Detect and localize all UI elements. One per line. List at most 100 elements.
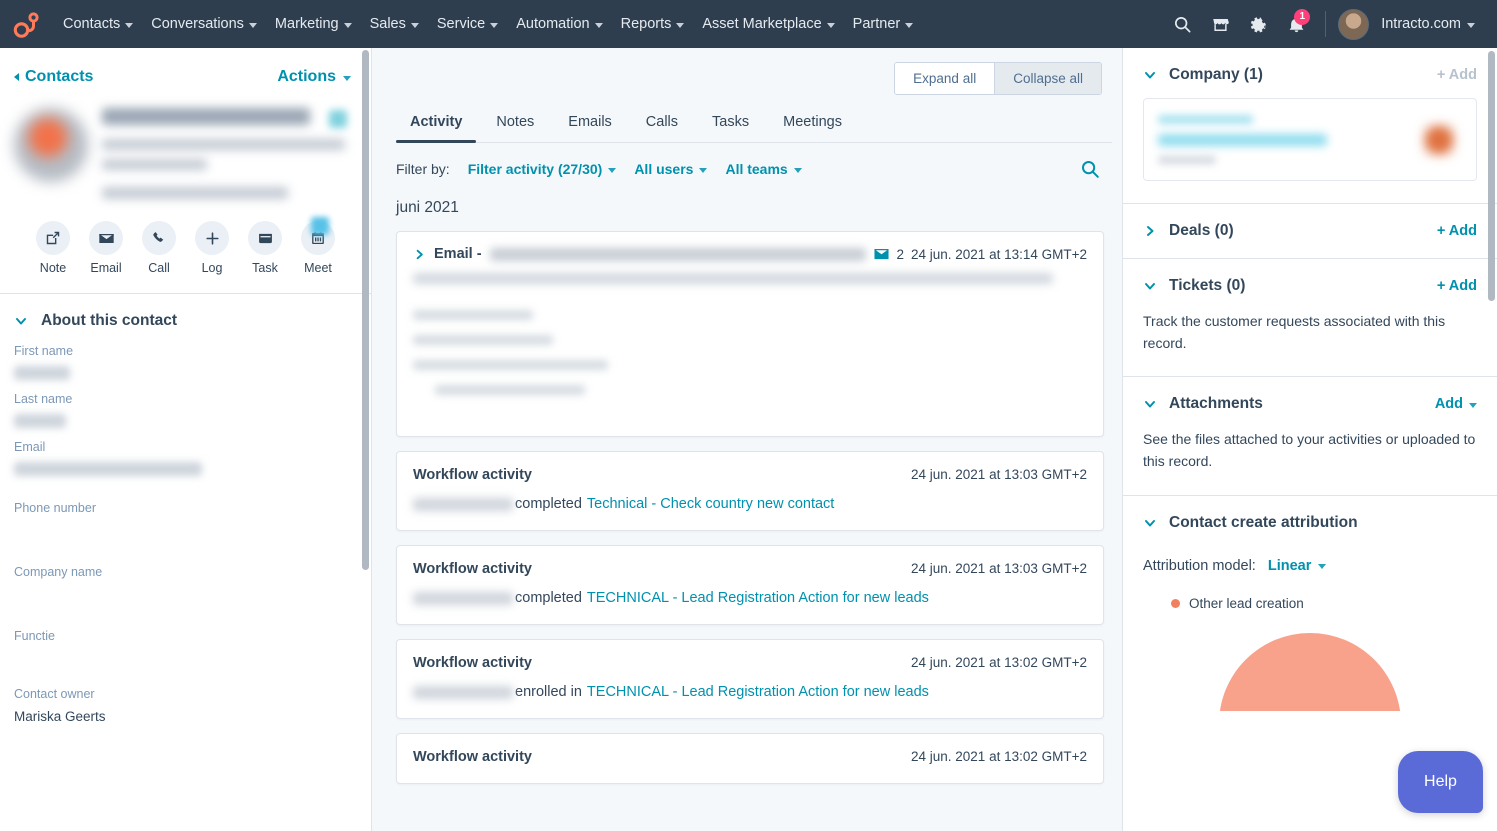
email-body-redacted [413, 310, 533, 320]
filter-activity-dropdown[interactable]: Filter activity (27/30) [468, 161, 617, 177]
bell-icon[interactable]: 1 [1279, 7, 1313, 41]
property-first-name: First name [0, 344, 371, 392]
chevron-down-icon[interactable] [1143, 68, 1157, 82]
property-value[interactable] [14, 523, 357, 559]
filter-bar: Filter by: Filter activity (27/30) All u… [388, 143, 1112, 193]
activity-card[interactable]: Workflow activity 24 jun. 2021 at 13:03 … [396, 545, 1104, 625]
about-this-contact-header[interactable]: About this contact [0, 294, 371, 344]
quick-action-call[interactable]: Call [142, 221, 176, 275]
property-value-redacted[interactable] [14, 462, 202, 476]
chevron-right-icon[interactable] [413, 248, 426, 261]
quick-action-email[interactable]: Email [89, 221, 123, 275]
chevron-down-icon[interactable] [1143, 397, 1157, 411]
nav-item-reports[interactable]: Reports [612, 10, 694, 38]
attribution-chart-legend: Other lead creation [1171, 596, 1477, 611]
hubspot-sprocket-logo[interactable] [10, 7, 44, 41]
filter-users-dropdown[interactable]: All users [634, 161, 708, 177]
marketplace-store-icon[interactable] [1203, 7, 1237, 41]
email-card-meta: 2 24 jun. 2021 at 13:14 GMT+2 [874, 247, 1087, 262]
avatar[interactable] [1338, 8, 1370, 40]
deals-add-button[interactable]: + Add [1437, 223, 1477, 239]
attachments-add-dropdown[interactable]: Add [1435, 396, 1477, 412]
breadcrumb[interactable]: Contacts [14, 68, 93, 86]
nav-item-conversations[interactable]: Conversations [142, 10, 266, 38]
property-label: Phone number [14, 501, 97, 515]
quick-action-label: Task [252, 261, 278, 275]
expand-all-button[interactable]: Expand all [895, 63, 995, 94]
tab-notes[interactable]: Notes [482, 105, 548, 142]
nav-item-contacts[interactable]: Contacts [54, 10, 142, 38]
account-menu[interactable]: Intracto.com [1373, 10, 1483, 38]
quick-action-note[interactable]: Note [36, 221, 70, 275]
contact-tag-icon[interactable] [329, 110, 347, 128]
sidebar-scrollbar[interactable] [362, 50, 369, 570]
quick-action-log[interactable]: Log [195, 221, 229, 275]
filter-by-label: Filter by: [396, 161, 450, 177]
filter-teams-dropdown[interactable]: All teams [725, 161, 802, 177]
company-association-card[interactable] [1143, 98, 1477, 181]
nav-item-sales[interactable]: Sales [361, 10, 428, 38]
deals-panel-header: Deals (0) + Add [1143, 222, 1477, 240]
contact-email-icon[interactable] [311, 217, 329, 235]
activity-card[interactable]: Workflow activity 24 jun. 2021 at 13:02 … [396, 639, 1104, 719]
activity-workflow-link[interactable]: Technical - Check country new contact [587, 496, 834, 512]
nav-item-asset-marketplace[interactable]: Asset Marketplace [693, 10, 843, 38]
contact-email-redacted [102, 187, 288, 199]
nav-item-marketing[interactable]: Marketing [266, 10, 361, 38]
activity-card[interactable]: Workflow activity 24 jun. 2021 at 13:03 … [396, 451, 1104, 531]
property-value[interactable] [14, 651, 357, 681]
company-logo [1422, 122, 1456, 157]
tab-tasks[interactable]: Tasks [698, 105, 763, 142]
chevron-down-icon [699, 167, 708, 173]
activity-title: Workflow activity [413, 467, 532, 483]
activity-timestamp: 24 jun. 2021 at 13:03 GMT+2 [911, 561, 1087, 576]
associations-scrollbar[interactable] [1488, 51, 1495, 301]
property-value[interactable]: Mariska Geerts [14, 709, 357, 728]
contact-detail-redacted [102, 159, 208, 170]
tickets-empty-text: Track the customer requests associated w… [1143, 313, 1446, 351]
nav-item-automation[interactable]: Automation [507, 10, 611, 38]
activity-card-header: Workflow activity 24 jun. 2021 at 13:02 … [413, 655, 1087, 671]
search-icon[interactable] [1165, 7, 1199, 41]
activity-verb: completed [515, 496, 582, 512]
activity-workflow-link[interactable]: TECHNICAL - Lead Registration Action for… [587, 684, 929, 700]
property-value-redacted[interactable] [14, 414, 66, 428]
tab-calls[interactable]: Calls [632, 105, 692, 142]
nav-item-label: Asset Marketplace [702, 16, 822, 32]
chevron-down-icon [490, 22, 499, 28]
chevron-right-icon[interactable] [1143, 224, 1157, 238]
property-value[interactable] [14, 587, 357, 623]
company-add-button[interactable]: + Add [1437, 67, 1477, 83]
chevron-down-icon[interactable] [1143, 279, 1157, 293]
chevron-down-icon[interactable] [1143, 516, 1157, 530]
nav-right-actions: 1 Intracto.com [1165, 7, 1483, 41]
activity-title: Workflow activity [413, 655, 532, 671]
attribution-model-dropdown[interactable]: Linear [1268, 558, 1327, 574]
company-line-redacted [1158, 115, 1254, 124]
tab-meetings[interactable]: Meetings [769, 105, 856, 142]
nav-item-service[interactable]: Service [428, 10, 507, 38]
tab-emails[interactable]: Emails [554, 105, 626, 142]
activity-card[interactable]: Workflow activity 24 jun. 2021 at 13:02 … [396, 733, 1104, 784]
nav-item-partner[interactable]: Partner [844, 10, 923, 38]
actions-dropdown[interactable]: Actions [277, 68, 351, 86]
attachments-panel-title: Attachments [1169, 395, 1263, 413]
quick-action-task[interactable]: Task [248, 221, 282, 275]
search-icon[interactable] [1080, 159, 1100, 179]
breadcrumb-row: Contacts Actions [0, 48, 371, 100]
help-button[interactable]: Help [1398, 751, 1483, 813]
email-card-title: Email - [434, 246, 482, 262]
tab-activity[interactable]: Activity [396, 105, 477, 143]
property-value-redacted[interactable] [14, 366, 70, 380]
chevron-down-icon [343, 22, 352, 28]
tickets-add-button[interactable]: + Add [1437, 278, 1477, 294]
collapse-all-button[interactable]: Collapse all [994, 63, 1101, 94]
gear-icon[interactable] [1241, 7, 1275, 41]
quick-action-label: Call [148, 261, 170, 275]
activity-workflow-link[interactable]: TECHNICAL - Lead Registration Action for… [587, 590, 929, 606]
chevron-down-icon [1318, 564, 1327, 570]
activity-card-header: Workflow activity 24 jun. 2021 at 13:02 … [413, 749, 1087, 765]
attribution-pie-chart[interactable] [1143, 621, 1477, 711]
expand-collapse-row: Expand all Collapse all [388, 48, 1112, 95]
email-activity-card[interactable]: Email - 2 24 jun. 2021 at 13:14 GMT+2 [396, 231, 1104, 437]
